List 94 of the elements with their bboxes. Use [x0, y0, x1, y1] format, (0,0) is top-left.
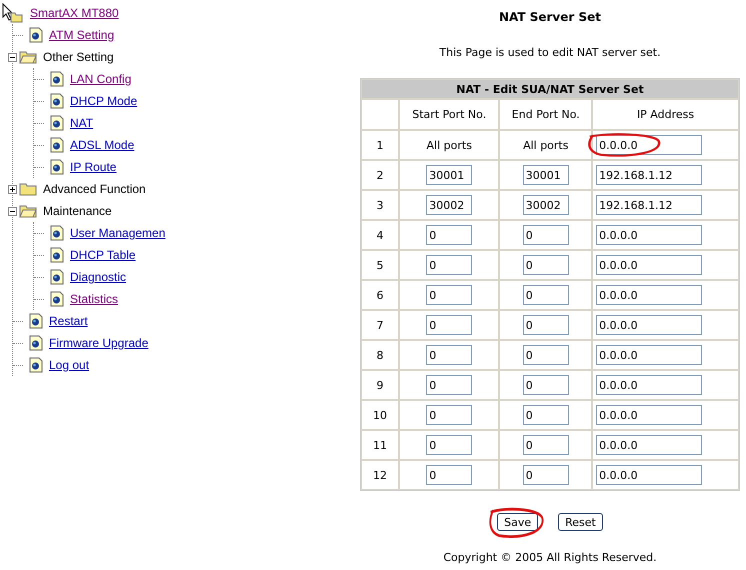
row-number: 8: [361, 340, 399, 370]
collapse-icon[interactable]: [8, 52, 17, 62]
column-header: Start Port No.: [399, 99, 500, 130]
row-number: 9: [361, 370, 399, 400]
start-port-field[interactable]: 0: [426, 435, 472, 455]
tree-link[interactable]: ADSL Mode: [70, 138, 134, 152]
end-port-field[interactable]: 0: [522, 405, 569, 425]
tree-folder-label[interactable]: Maintenance: [43, 204, 112, 218]
tree-root-link[interactable]: SmartAX MT880: [30, 6, 119, 20]
document-globe-icon: [50, 159, 64, 175]
tree-link[interactable]: ATM Setting: [49, 28, 114, 42]
tree-link[interactable]: Log out: [49, 358, 90, 372]
column-header: End Port No.: [499, 99, 592, 130]
end-port-field[interactable]: 0: [522, 285, 569, 305]
start-port-field[interactable]: 0: [426, 465, 472, 485]
end-port-field[interactable]: 0: [522, 435, 569, 455]
start-port-field[interactable]: 0: [426, 285, 472, 305]
tree-link[interactable]: User Managemen: [70, 226, 166, 240]
end-port-field[interactable]: 0: [522, 225, 569, 245]
tree-link[interactable]: NAT: [70, 116, 94, 130]
row-number: 10: [361, 400, 399, 430]
tree-link[interactable]: DHCP Table: [70, 248, 136, 262]
document-globe-icon: [29, 335, 43, 351]
document-globe-icon: [50, 93, 64, 109]
start-port-field[interactable]: 30001: [426, 165, 472, 185]
start-port-field[interactable]: 0: [426, 315, 472, 335]
document-globe-icon: [29, 27, 43, 43]
start-port-field[interactable]: 0: [426, 345, 472, 365]
end-port-field[interactable]: 0: [522, 345, 569, 365]
ip-address-field[interactable]: 0.0.0.0: [596, 225, 702, 245]
tree-link[interactable]: DHCP Mode: [70, 94, 138, 108]
page-title: NAT Server Set: [498, 10, 602, 26]
ip-address-field[interactable]: 0.0.0.0: [596, 405, 702, 425]
cursor-folder-icon: [2, 3, 24, 23]
row-number: 12: [361, 460, 399, 490]
document-globe-icon: [50, 247, 64, 263]
folder-icon: [19, 182, 37, 196]
row-number: 4: [361, 220, 399, 250]
start-port-field[interactable]: 0: [426, 405, 472, 425]
tree-link[interactable]: IP Route: [70, 160, 116, 174]
end-port-field[interactable]: 0: [522, 255, 569, 275]
ip-address-field[interactable]: 0.0.0.0: [596, 435, 702, 455]
ip-address-field[interactable]: 192.168.1.12: [596, 165, 702, 185]
ip-address-field[interactable]: 0.0.0.0: [596, 285, 702, 305]
end-port-field[interactable]: 0: [522, 465, 569, 485]
ip-address-field[interactable]: 0.0.0.0: [596, 465, 702, 485]
row-number: 6: [361, 280, 399, 310]
tree-link[interactable]: Statistics: [70, 292, 118, 306]
row-number: 11: [361, 430, 399, 460]
row-number: 5: [361, 250, 399, 280]
tree-link[interactable]: Diagnostic: [70, 270, 126, 284]
form-button[interactable]: Reset: [558, 513, 603, 531]
row-number: 7: [361, 310, 399, 340]
ip-address-field[interactable]: 0.0.0.0: [596, 345, 702, 365]
table-cell: All ports: [499, 130, 592, 160]
expand-icon[interactable]: [8, 184, 17, 194]
tree-folder-label[interactable]: Advanced Function: [43, 182, 146, 196]
row-number: 2: [361, 160, 399, 190]
end-port-field[interactable]: 30002: [522, 195, 569, 215]
start-port-field[interactable]: 0: [426, 225, 472, 245]
page-description: This Page is used to edit NAT server set.: [439, 46, 661, 61]
document-globe-icon: [50, 137, 64, 153]
document-globe-icon: [29, 313, 43, 329]
table-title: NAT - Edit SUA/NAT Server Set: [361, 79, 739, 99]
document-globe-icon: [29, 357, 43, 373]
document-globe-icon: [50, 291, 64, 307]
row-number: 3: [361, 190, 399, 220]
end-port-field[interactable]: 30001: [522, 165, 569, 185]
table-cell: All ports: [399, 130, 500, 160]
tree-link[interactable]: Firmware Upgrade: [49, 336, 148, 350]
ip-address-field[interactable]: 0.0.0.0: [596, 255, 702, 275]
copyright-text: Copyright © 2005 All Rights Reserved.: [443, 551, 657, 564]
form-button[interactable]: Save: [497, 513, 538, 531]
start-port-field[interactable]: 30002: [426, 195, 472, 215]
row-number: 1: [361, 130, 399, 160]
ip-address-field[interactable]: 0.0.0.0: [596, 315, 702, 335]
tree-link[interactable]: LAN Config: [70, 72, 132, 86]
tree-link[interactable]: Restart: [49, 314, 88, 328]
ip-address-field[interactable]: 192.168.1.12: [596, 195, 702, 215]
open-folder-icon: [19, 50, 37, 64]
end-port-field[interactable]: 0: [522, 375, 569, 395]
open-folder-icon: [19, 204, 37, 218]
start-port-field[interactable]: 0: [426, 255, 472, 275]
document-globe-icon: [50, 269, 64, 285]
ip-address-field[interactable]: 0.0.0.0: [596, 135, 702, 155]
ip-address-field[interactable]: 0.0.0.0: [596, 375, 702, 395]
column-header: IP Address: [592, 99, 739, 130]
tree-folder-label[interactable]: Other Setting: [43, 50, 114, 64]
document-globe-icon: [50, 71, 64, 87]
end-port-field[interactable]: 0: [522, 315, 569, 335]
start-port-field[interactable]: 0: [426, 375, 472, 395]
collapse-icon[interactable]: [8, 206, 17, 216]
document-globe-icon: [50, 225, 64, 241]
document-globe-icon: [50, 115, 64, 131]
